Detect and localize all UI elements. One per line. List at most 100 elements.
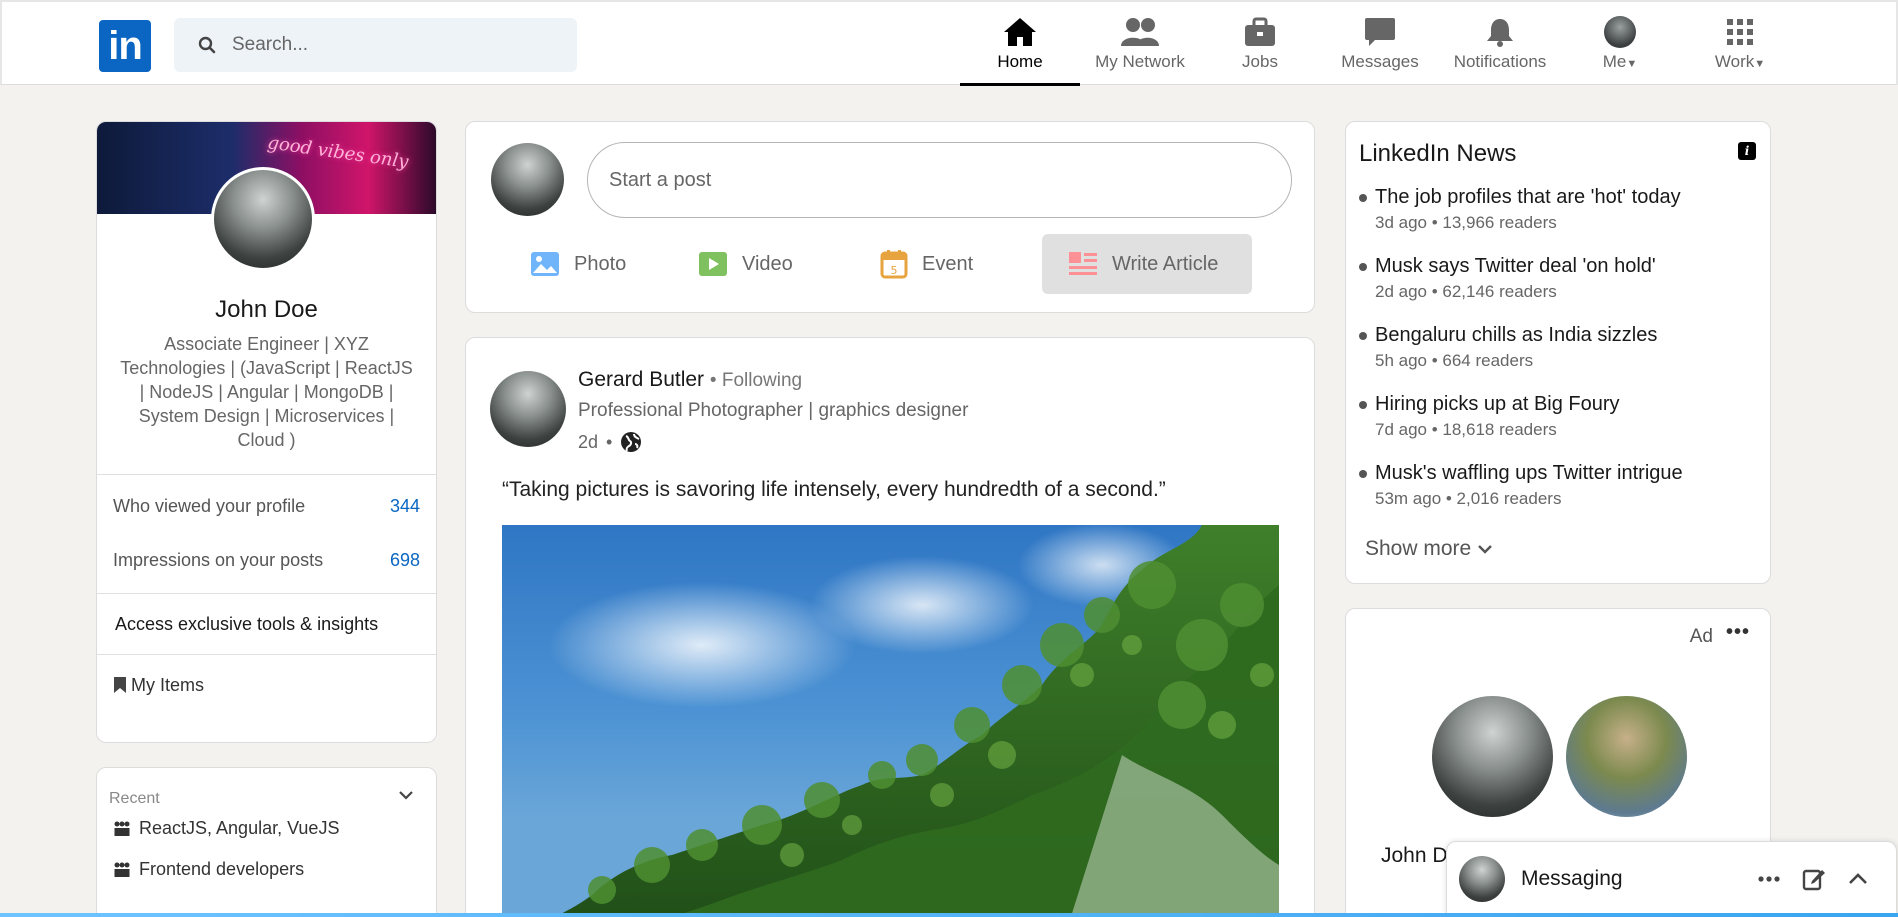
start-post-button[interactable]: Start a post bbox=[587, 142, 1292, 218]
news-meta: 53m ago • 2,016 readers bbox=[1375, 489, 1562, 508]
chevron-up-icon[interactable] bbox=[1848, 873, 1868, 885]
info-icon[interactable]: i bbox=[1738, 142, 1756, 160]
write-article-button[interactable]: Write Article bbox=[1042, 234, 1252, 294]
nav-notifications-label: Notifications bbox=[1453, 52, 1547, 71]
nav-me[interactable]: Me▼ bbox=[1560, 2, 1680, 86]
news-item[interactable]: Bengaluru chills as India sizzles 5h ago… bbox=[1359, 322, 1759, 391]
bullet-icon bbox=[1359, 194, 1367, 202]
nav-home-label: Home bbox=[997, 52, 1043, 71]
video-button[interactable]: Video bbox=[684, 234, 856, 294]
news-headline: Hiring picks up at Big Foury bbox=[1375, 393, 1620, 415]
compose-icon[interactable] bbox=[1802, 867, 1826, 891]
photo-button[interactable]: Photo bbox=[516, 234, 674, 294]
news-item[interactable]: The job profiles that are 'hot' today 3d… bbox=[1359, 184, 1759, 253]
event-button[interactable]: 5 Event bbox=[866, 234, 1026, 294]
show-more-button[interactable]: Show more bbox=[1365, 537, 1493, 561]
profile-avatar[interactable] bbox=[211, 167, 315, 271]
globe-icon bbox=[621, 432, 642, 452]
video-icon bbox=[699, 252, 727, 276]
main-nav: Home My Network Jobs Messages Notificati… bbox=[960, 2, 1800, 86]
author-avatar[interactable] bbox=[490, 371, 566, 447]
search-bar[interactable] bbox=[174, 18, 577, 72]
recent-item[interactable]: Frontend developers bbox=[97, 849, 436, 890]
taskbar-edge bbox=[0, 913, 1898, 917]
news-headline: Musk's waffling ups Twitter intrigue bbox=[1375, 462, 1683, 484]
more-options-icon[interactable]: ••• bbox=[1726, 621, 1750, 644]
news-headline: Bengaluru chills as India sizzles bbox=[1375, 324, 1658, 346]
write-article-label: Write Article bbox=[1112, 252, 1219, 275]
premium-access-link[interactable]: Access exclusive tools & insights bbox=[97, 594, 436, 654]
share-actions: Photo Video 5 Event Write Article bbox=[516, 234, 1252, 294]
grid-icon bbox=[1727, 19, 1753, 45]
nav-messages-label: Messages bbox=[1341, 52, 1419, 71]
photo-label: Photo bbox=[574, 252, 627, 275]
share-box: Start a post Photo Video 5 Event Write A… bbox=[465, 121, 1315, 313]
post-image[interactable] bbox=[502, 525, 1279, 917]
stat-value: 698 bbox=[389, 549, 420, 570]
news-item[interactable]: Musk's waffling ups Twitter intrigue 53m… bbox=[1359, 460, 1759, 529]
messaging-bar[interactable]: Messaging bbox=[1446, 841, 1897, 917]
nav-messages[interactable]: Messages bbox=[1320, 2, 1440, 86]
bullet-icon bbox=[1359, 332, 1367, 340]
recent-header[interactable]: Recent bbox=[97, 768, 436, 808]
network-icon bbox=[1121, 18, 1159, 46]
nav-home[interactable]: Home bbox=[960, 2, 1080, 86]
news-item[interactable]: Hiring picks up at Big Foury 7d ago • 18… bbox=[1359, 391, 1759, 460]
stat-label: Impressions on your posts bbox=[113, 549, 324, 570]
bullet-icon bbox=[1359, 263, 1367, 271]
linkedin-logo[interactable]: in bbox=[99, 20, 151, 72]
chevron-down-icon[interactable] bbox=[398, 790, 414, 800]
recent-title: Recent bbox=[109, 790, 160, 807]
stat-label: Who viewed your profile bbox=[113, 495, 306, 516]
user-avatar[interactable] bbox=[491, 143, 564, 216]
briefcase-icon bbox=[1245, 17, 1275, 46]
stat-value: 344 bbox=[389, 495, 420, 516]
nav-jobs-label: Jobs bbox=[1242, 52, 1278, 71]
stat-impressions[interactable]: Impressions on your posts 698 bbox=[97, 533, 436, 587]
group-icon bbox=[114, 862, 130, 877]
bullet-icon bbox=[1359, 401, 1367, 409]
news-meta: 2d ago • 62,146 readers bbox=[1375, 282, 1557, 301]
nav-work-label: Work▼ bbox=[1714, 52, 1766, 71]
photo-icon bbox=[531, 252, 559, 276]
ad-name: John D bbox=[1381, 844, 1448, 867]
nav-jobs[interactable]: Jobs bbox=[1200, 2, 1320, 86]
ad-avatar-company bbox=[1566, 696, 1687, 817]
recent-item-label: ReactJS, Angular, VueJS bbox=[139, 818, 340, 838]
bullet-icon bbox=[1359, 470, 1367, 478]
post-author-line: Gerard Butler • Following bbox=[578, 368, 802, 392]
author-headline: Professional Photographer | graphics des… bbox=[578, 400, 969, 421]
chat-icon bbox=[1365, 18, 1395, 46]
calendar-icon: 5 bbox=[880, 250, 908, 279]
nav-my-network-label: My Network bbox=[1095, 52, 1185, 71]
my-items-link[interactable]: My Items bbox=[97, 655, 436, 715]
profile-name[interactable]: John Doe bbox=[97, 296, 436, 324]
post-text: “Taking pictures is savoring life intens… bbox=[502, 478, 1166, 501]
profile-headline: Associate Engineer | XYZ Technologies | … bbox=[120, 334, 413, 450]
svg-text:5: 5 bbox=[891, 264, 898, 277]
bell-icon bbox=[1487, 19, 1513, 47]
chevron-down-icon: ▼ bbox=[1626, 58, 1638, 70]
chevron-down-icon bbox=[1478, 545, 1493, 554]
news-headline: Musk says Twitter deal 'on hold' bbox=[1375, 255, 1656, 277]
search-input[interactable] bbox=[232, 34, 562, 56]
news-meta: 3d ago • 13,966 readers bbox=[1375, 213, 1557, 232]
more-options-icon[interactable] bbox=[1758, 876, 1780, 882]
nav-me-label: Me▼ bbox=[1602, 52, 1638, 71]
profile-card: good vibes only John Doe Associate Engin… bbox=[96, 121, 437, 743]
nav-notifications[interactable]: Notifications bbox=[1440, 2, 1560, 86]
home-icon bbox=[1004, 18, 1036, 46]
stat-profile-views[interactable]: Who viewed your profile 344 bbox=[97, 479, 436, 533]
forest-photo bbox=[554, 525, 1279, 917]
following-status: • Following bbox=[709, 370, 803, 391]
nav-work[interactable]: Work▼ bbox=[1680, 2, 1800, 86]
recent-item[interactable]: ReactJS, Angular, VueJS bbox=[97, 808, 436, 849]
news-item[interactable]: Musk says Twitter deal 'on hold' 2d ago … bbox=[1359, 253, 1759, 322]
author-name[interactable]: Gerard Butler bbox=[578, 368, 704, 391]
post-meta-separator: • bbox=[606, 431, 613, 452]
nav-my-network[interactable]: My Network bbox=[1080, 2, 1200, 86]
article-icon bbox=[1069, 252, 1097, 275]
post-time: 2d bbox=[578, 431, 599, 452]
banner-neon-text: good vibes only bbox=[266, 132, 410, 173]
chevron-down-icon: ▼ bbox=[1754, 58, 1766, 70]
